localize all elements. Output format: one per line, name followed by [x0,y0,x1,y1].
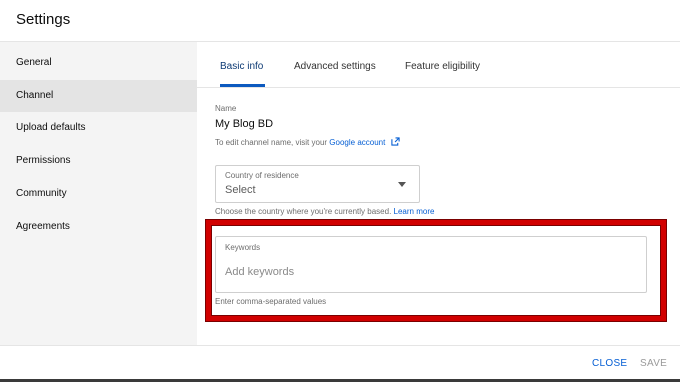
tabs-divider [197,87,680,88]
sidebar-item-permissions[interactable]: Permissions [0,145,197,177]
tab-basic-info[interactable]: Basic info [220,61,263,72]
sidebar-item-channel[interactable]: Channel [0,80,197,112]
name-label: Name [215,104,237,113]
country-select-label: Country of residence [225,171,299,180]
keywords-hint: Enter comma-separated values [215,297,327,306]
keywords-label: Keywords [225,243,261,252]
external-link-icon[interactable] [390,137,400,146]
name-hint: To edit channel name, visit your Google … [215,137,400,147]
dialog-footer: CLOSE SAVE [0,345,680,382]
sidebar-item-agreements[interactable]: Agreements [0,211,197,243]
country-select[interactable]: Country of residence Select [215,165,420,203]
keywords-input[interactable] [225,263,635,281]
tab-advanced-settings[interactable]: Advanced settings [294,61,376,72]
caret-down-icon [398,182,406,187]
channel-name: My Blog BD [215,118,274,130]
sidebar-item-general[interactable]: General [0,47,197,79]
country-hint: Choose the country where you're currentl… [215,207,434,216]
country-hint-text: Choose the country where you're currentl… [215,207,392,216]
google-account-link[interactable]: Google account [329,138,385,147]
dialog-title: Settings [16,11,71,28]
close-button[interactable]: CLOSE [592,358,627,369]
save-button[interactable]: SAVE [640,358,667,369]
settings-sidebar: General Channel Upload defaults Permissi… [0,42,197,345]
tab-feature-eligibility[interactable]: Feature eligibility [405,61,480,72]
country-select-value: Select [225,184,256,196]
learn-more-link[interactable]: Learn more [394,207,435,216]
sidebar-item-upload-defaults[interactable]: Upload defaults [0,112,197,144]
dialog-header: Settings [0,0,680,42]
keywords-field[interactable]: Keywords [215,236,647,293]
sidebar-item-community[interactable]: Community [0,178,197,210]
name-hint-text: To edit channel name, visit your [215,138,328,147]
